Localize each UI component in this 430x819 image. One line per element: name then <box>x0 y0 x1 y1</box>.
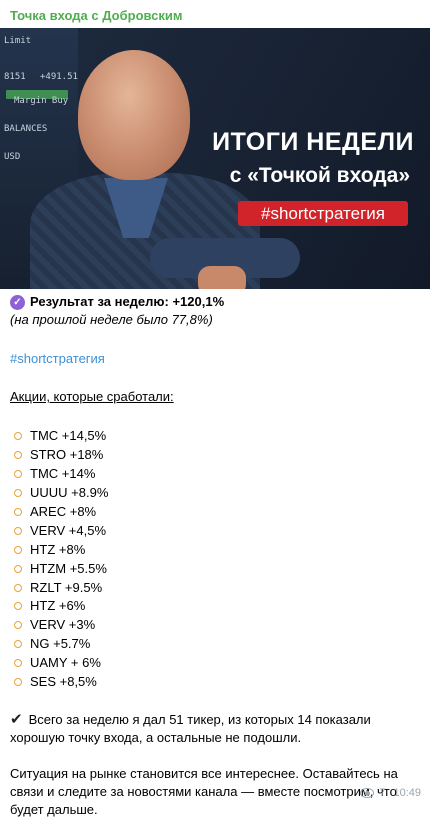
list-item: HTZM +5.5% <box>10 559 420 578</box>
circle-bullet-icon <box>14 621 22 630</box>
circle-bullet-icon <box>14 432 22 441</box>
circle-bullet-icon <box>14 451 22 460</box>
hashtag-link[interactable]: #shortстратегия <box>10 350 105 368</box>
screen-label: 8151 <box>4 72 26 82</box>
post-image[interactable]: Limit 8151 +491.51 Margin Buy BALANCES U… <box>0 28 430 289</box>
message-bubble: Точка входа с Добровским Limit 8151 +491… <box>0 0 430 817</box>
list-item: HTZ +8% <box>10 540 420 559</box>
stocks-heading: Акции, которые сработали: <box>10 389 174 404</box>
circle-bullet-icon <box>14 526 22 535</box>
person-hand <box>198 266 246 289</box>
list-item: SES +8,5% <box>10 673 420 692</box>
circle-bullet-icon <box>14 545 22 554</box>
banner-hashtag: #shortстратегия <box>238 201 408 226</box>
screen-label: +491.51 <box>40 72 78 82</box>
check-mark-icon: ✔ <box>10 711 23 729</box>
list-item: TMC +14,5% <box>10 427 420 446</box>
circle-bullet-icon <box>14 640 22 649</box>
list-item: NG +5.7% <box>10 635 420 654</box>
channel-name[interactable]: Точка входа с Добровским <box>10 8 183 23</box>
closing-paragraph: Ситуация на рынке становится все интерес… <box>10 766 398 818</box>
eye-icon <box>360 788 375 798</box>
previous-note: (на прошлой неделе было 77,8%) <box>10 312 213 327</box>
screen-label: Margin Buy <box>14 96 69 106</box>
circle-bullet-icon <box>14 564 22 573</box>
list-item: STRO +18% <box>10 446 420 465</box>
summary-paragraph: ✔ Всего за неделю я дал 51 тикер, из кото… <box>10 711 371 746</box>
circle-bullet-icon <box>14 602 22 611</box>
screen-label: BALANCES <box>4 124 48 134</box>
banner-title: ИТОГИ НЕДЕЛИ <box>212 128 414 156</box>
circle-bullet-icon <box>14 583 22 592</box>
list-item: VERV +4,5% <box>10 521 420 540</box>
result-line: ✓ Результат за неделю: +120,1% <box>10 293 420 311</box>
circle-bullet-icon <box>14 489 22 498</box>
check-badge-icon: ✓ <box>10 294 25 310</box>
list-item: UAMY + 6% <box>10 654 420 673</box>
stocks-list: TMC +14,5% STRO +18% TMC +14% UUUU +8.9%… <box>10 427 420 691</box>
list-item: VERV +3% <box>10 616 420 635</box>
list-item: AREC +8% <box>10 503 420 522</box>
list-item: RZLT +9.5% <box>10 578 420 597</box>
list-item: UUUU +8.9% <box>10 484 420 503</box>
screen-label: USD <box>4 152 21 162</box>
message-time: 10:49 <box>393 787 421 799</box>
list-item: HTZ +6% <box>10 597 420 616</box>
banner-subtitle: с «Точкой входа» <box>229 164 410 187</box>
post-text: ✓ Результат за неделю: +120,1% (на прошл… <box>10 293 420 819</box>
circle-bullet-icon <box>14 678 22 687</box>
view-count: 7 <box>379 787 386 799</box>
circle-bullet-icon <box>14 659 22 668</box>
circle-bullet-icon <box>14 508 22 516</box>
list-item: TMC +14% <box>10 465 420 484</box>
result-label: Результат за неделю: +120,1% <box>30 294 225 309</box>
message-meta: 7 10:49 <box>360 787 421 799</box>
screen-label: Limit <box>4 36 32 46</box>
circle-bullet-icon <box>14 470 22 479</box>
person-head <box>78 50 190 180</box>
